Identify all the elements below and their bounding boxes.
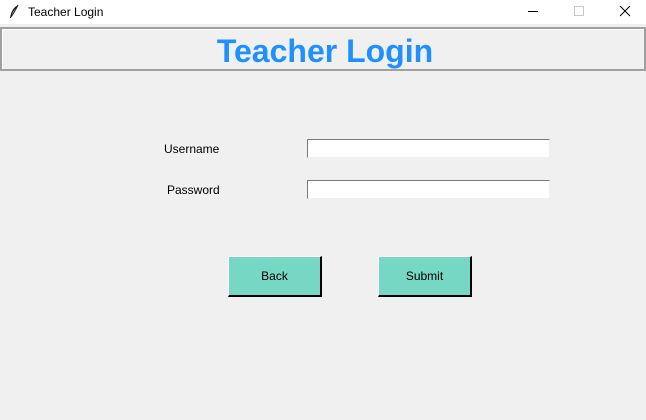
maximize-button[interactable] (556, 0, 602, 24)
minimize-icon (528, 11, 538, 12)
feather-icon (8, 4, 20, 20)
username-input[interactable] (307, 139, 550, 158)
submit-button[interactable]: Submit (378, 256, 472, 297)
close-button[interactable] (602, 0, 646, 24)
window-title: Teacher Login (28, 5, 104, 19)
page-title: Teacher Login (216, 33, 434, 69)
username-label: Username (164, 142, 220, 156)
maximize-icon (574, 6, 584, 16)
header-banner: Teacher Login (0, 27, 646, 71)
title-bar[interactable]: Teacher Login (0, 0, 646, 24)
minimize-button[interactable] (510, 0, 556, 24)
close-icon (619, 6, 631, 17)
password-label: Password (167, 183, 220, 197)
back-button[interactable]: Back (228, 256, 322, 297)
password-input[interactable] (307, 180, 550, 199)
